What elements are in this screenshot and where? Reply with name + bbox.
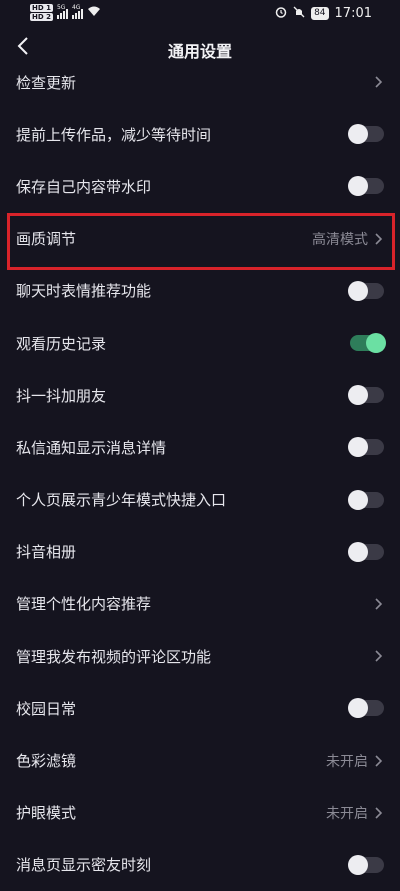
setting-label: 抖音相册 <box>16 543 77 562</box>
setting-label: 管理我发布视频的评论区功能 <box>16 647 212 666</box>
toggle-knob <box>348 385 368 406</box>
alarm-icon <box>275 6 287 21</box>
setting-row[interactable]: 画质调节 高清模式 <box>0 213 400 265</box>
toggle-knob <box>348 698 368 719</box>
setting-row[interactable]: 色彩滤镜 未开启 <box>0 734 400 786</box>
toggle-switch[interactable] <box>348 541 384 562</box>
toggle-knob <box>348 124 368 145</box>
setting-row[interactable]: 消息页显示密友时刻 <box>0 839 400 891</box>
setting-row[interactable]: 检查更新 <box>0 56 400 108</box>
sim2-badge: HD 2 <box>30 13 53 21</box>
status-bar: HD 1 HD 2 5G 4G 84 17:01 <box>0 0 400 30</box>
mute-icon <box>293 6 305 21</box>
toggle-switch[interactable] <box>350 333 386 354</box>
setting-label: 聊天时表情推荐功能 <box>16 282 152 301</box>
setting-control: 未开启 <box>326 734 384 786</box>
toggle-knob <box>348 541 368 562</box>
setting-label: 私信通知显示消息详情 <box>16 438 167 457</box>
setting-row[interactable]: 保存自己内容带水印 <box>0 160 400 212</box>
setting-control <box>348 369 384 421</box>
setting-control <box>348 526 384 578</box>
wifi-icon <box>87 6 101 20</box>
toggle-knob <box>348 489 368 510</box>
setting-control <box>348 160 384 212</box>
setting-row[interactable]: 抖一抖加朋友 <box>0 369 400 421</box>
network-type-2: 4G <box>71 3 81 11</box>
setting-label: 观看历史记录 <box>16 334 107 353</box>
setting-control <box>348 839 384 891</box>
setting-control <box>374 630 384 682</box>
setting-control <box>348 682 384 734</box>
status-right: 84 17:01 <box>275 6 372 21</box>
setting-label: 抖一抖加朋友 <box>16 386 107 405</box>
chevron-right-icon <box>375 233 383 245</box>
setting-value: 未开启 <box>326 805 368 822</box>
setting-row[interactable]: 校园日常 <box>0 682 400 734</box>
setting-label: 校园日常 <box>16 699 77 718</box>
setting-row[interactable]: 提前上传作品，减少等待时间 <box>0 108 400 160</box>
setting-row[interactable]: 抖音相册 <box>0 526 400 578</box>
status-left: HD 1 HD 2 5G 4G <box>30 4 101 21</box>
settings-list: 检查更新提前上传作品，减少等待时间 保存自己内容带水印 画质调节 高清模式聊天时表情推… <box>0 56 400 891</box>
setting-row[interactable]: 私信通知显示消息详情 <box>0 421 400 473</box>
toggle-switch[interactable] <box>348 489 384 510</box>
battery-icon: 84 <box>311 7 329 20</box>
setting-row[interactable]: 管理个性化内容推荐 <box>0 578 400 630</box>
toggle-switch[interactable] <box>348 385 384 406</box>
chevron-right-icon <box>375 76 383 88</box>
setting-label: 提前上传作品，减少等待时间 <box>16 125 212 144</box>
setting-row[interactable]: 聊天时表情推荐功能 <box>0 265 400 317</box>
toggle-switch[interactable] <box>348 280 384 301</box>
toggle-switch[interactable] <box>348 176 384 197</box>
setting-label: 管理个性化内容推荐 <box>16 595 152 614</box>
toggle-knob <box>348 854 368 875</box>
setting-row[interactable]: 管理我发布视频的评论区功能 <box>0 630 400 682</box>
setting-label: 个人页展示青少年模式快捷入口 <box>16 491 227 510</box>
sim-indicators: HD 1 HD 2 <box>30 4 53 21</box>
setting-value: 高清模式 <box>312 231 368 248</box>
setting-control <box>348 474 384 526</box>
signal-icon-2: 4G <box>71 3 83 19</box>
setting-label: 检查更新 <box>16 73 77 92</box>
toggle-switch[interactable] <box>348 124 384 145</box>
setting-control <box>374 578 384 630</box>
chevron-right-icon <box>375 650 383 662</box>
setting-control <box>348 108 384 160</box>
toggle-knob <box>348 176 368 197</box>
clock: 17:01 <box>334 6 372 21</box>
setting-row[interactable]: 观看历史记录 <box>0 317 400 369</box>
setting-row[interactable]: 个人页展示青少年模式快捷入口 <box>0 474 400 526</box>
setting-control <box>350 317 386 369</box>
setting-row[interactable]: 护眼模式 未开启 <box>0 787 400 839</box>
setting-control <box>374 56 384 108</box>
sim1-badge: HD 1 <box>30 4 53 12</box>
setting-control <box>348 265 384 317</box>
setting-label: 护眼模式 <box>16 804 77 823</box>
setting-label: 画质调节 <box>16 230 77 249</box>
toggle-switch[interactable] <box>348 698 384 719</box>
toggle-knob <box>366 333 386 354</box>
chevron-right-icon <box>375 754 383 767</box>
setting-control: 高清模式 <box>312 213 384 265</box>
toggle-switch[interactable] <box>348 854 384 875</box>
setting-label: 消息页显示密友时刻 <box>16 856 152 875</box>
signal-icon-1: 5G <box>56 3 68 19</box>
toggle-switch[interactable] <box>348 437 384 458</box>
toggle-knob <box>348 437 368 458</box>
setting-label: 色彩滤镜 <box>16 752 77 771</box>
toggle-knob <box>348 280 368 301</box>
setting-control: 未开启 <box>326 787 384 839</box>
chevron-right-icon <box>375 807 383 819</box>
setting-value: 未开启 <box>326 753 368 770</box>
network-type-1: 5G <box>56 3 66 11</box>
setting-control <box>348 421 384 473</box>
setting-label: 保存自己内容带水印 <box>16 177 152 196</box>
chevron-right-icon <box>375 598 383 610</box>
